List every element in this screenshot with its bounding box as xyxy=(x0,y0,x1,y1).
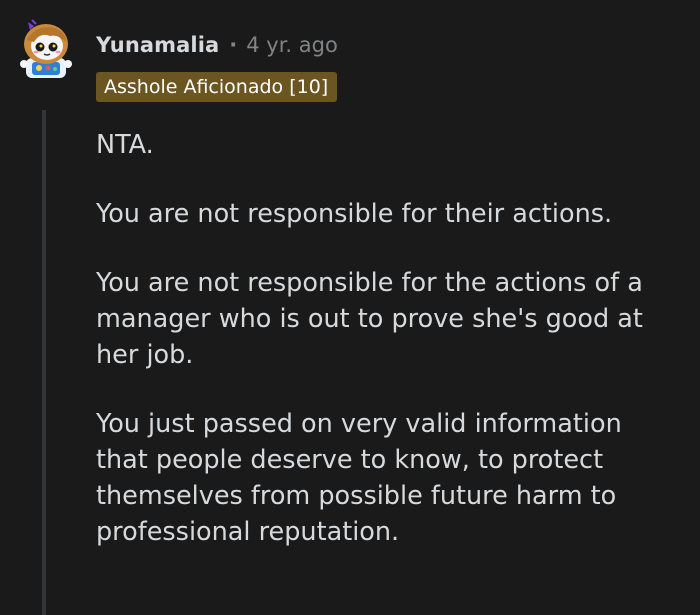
comment-line: professional reputation. xyxy=(96,517,400,547)
comment-line: her job. xyxy=(96,340,194,370)
user-avatar[interactable] xyxy=(14,18,78,82)
comment-line: You are not responsible for their action… xyxy=(96,199,613,229)
comment-line: You just passed on very valid informatio… xyxy=(96,409,622,439)
comment-line: NTA. xyxy=(96,130,154,160)
comment-paragraph: You just passed on very valid informatio… xyxy=(96,406,691,550)
meta-separator: · xyxy=(229,33,238,57)
comment-line: themselves from possible future harm to xyxy=(96,481,617,511)
comment-line: manager who is out to prove she's good a… xyxy=(96,304,643,334)
comment-line: that people deserve to know, to protect xyxy=(96,445,604,475)
snoo-avatar-icon xyxy=(20,19,72,78)
user-flair: Asshole Aficionado [10] xyxy=(96,72,338,102)
comment-meta: Yunamalia · 4 yr. ago xyxy=(96,30,338,60)
comment-paragraph: You are not responsible for their action… xyxy=(96,196,691,232)
thread-collapse-line[interactable] xyxy=(42,110,46,615)
comment-paragraph: You are not responsible for the actions … xyxy=(96,265,691,373)
comment-paragraph: NTA. xyxy=(96,127,691,163)
comment-body: NTA. You are not responsible for their a… xyxy=(96,127,691,583)
comment: Yunamalia · 4 yr. ago Asshole Aficionado… xyxy=(0,0,700,615)
comment-age-link[interactable]: 4 yr. ago xyxy=(246,30,338,60)
username-link[interactable]: Yunamalia xyxy=(96,30,219,60)
comment-line: You are not responsible for the actions … xyxy=(96,268,643,298)
